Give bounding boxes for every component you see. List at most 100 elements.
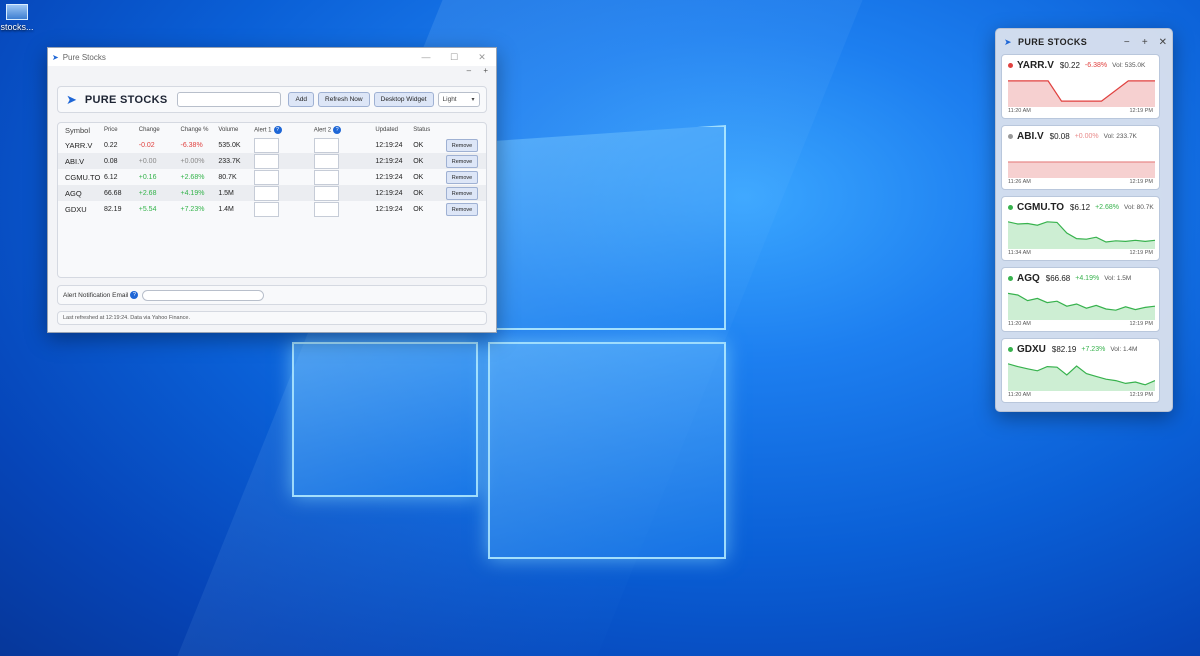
widget-add-button[interactable]: + (1136, 37, 1154, 48)
col-alert1-label: Alert 1 (254, 127, 272, 134)
card-end-time: 12:19 PM (1129, 179, 1153, 185)
col-volume[interactable]: Volume (218, 123, 254, 137)
col-change[interactable]: Change (139, 123, 181, 137)
cell-change-pct: -6.38% (180, 141, 203, 149)
col-change-pct[interactable]: Change % (181, 123, 219, 137)
col-alert2-label: Alert 2 (313, 127, 332, 134)
alert1-input[interactable] (254, 169, 280, 185)
table-row[interactable]: YARR.V 0.22 -0.02 -6.38% 535.0K 12:19:24 OK Rem… (58, 137, 486, 153)
desktop-shortcut-icon[interactable]: stocks... (0, 4, 34, 32)
status-dot-icon (1008, 276, 1013, 281)
chevron-down-icon: ▾ (471, 97, 475, 103)
col-status[interactable]: Status (413, 123, 446, 137)
widget-title-bar[interactable]: ➤ PURE STOCKS − + ✕ (996, 29, 1172, 55)
title-bar[interactable]: ➤ Pure Stocks — ☐ ✕ (48, 48, 496, 66)
status-dot-icon (1008, 205, 1013, 210)
cell-alert2 (313, 153, 376, 169)
cell-updated: 12:19:24 (375, 153, 414, 169)
app-logo-icon: ➤ (52, 52, 59, 62)
refresh-now-button[interactable]: Refresh Now (318, 92, 370, 107)
widget-title: PURE STOCKS (1017, 37, 1088, 47)
add-button[interactable]: Add (288, 92, 315, 107)
card-volume: Vol: 1.5M (1104, 275, 1132, 282)
status-dot-icon (1008, 347, 1013, 352)
remove-button[interactable]: Remove (446, 138, 479, 152)
help-icon[interactable]: ? (333, 126, 342, 134)
alert1-input[interactable] (254, 153, 280, 169)
alert2-input[interactable] (313, 201, 339, 217)
sparkline-area (1008, 363, 1155, 391)
cell-alert2 (313, 201, 376, 217)
cell-symbol: ABI.V (58, 153, 104, 169)
alert2-input[interactable] (313, 169, 339, 185)
remove-button[interactable]: Remove (446, 154, 479, 168)
window-title: Pure Stocks (62, 52, 106, 62)
col-price[interactable]: Price (104, 123, 139, 137)
cell-volume: 1.5M (218, 185, 255, 201)
symbol-input[interactable] (177, 92, 282, 107)
help-icon[interactable]: ? (273, 126, 282, 134)
main-window: ➤ Pure Stocks — ☐ ✕ – + ➤ PURE STOCKS Ad… (47, 47, 497, 333)
minimize-button[interactable]: — (412, 52, 440, 62)
alert1-input[interactable] (254, 185, 280, 201)
card-start-time: 11:20 AM (1008, 321, 1031, 327)
email-field[interactable] (142, 289, 265, 301)
widget-minimize-button[interactable]: − (1118, 37, 1136, 48)
stock-card[interactable]: ABI.V $0.08 +0.00% Vol: 233.7K 11:26 AM 12:19… (1001, 125, 1160, 190)
stock-card[interactable]: YARR.V $0.22 -6.38% Vol: 535.0K 11:20 AM 12:1… (1001, 54, 1160, 119)
maximize-button[interactable]: ☐ (440, 52, 468, 63)
alert2-input[interactable] (313, 137, 339, 153)
cell-status: OK (413, 153, 447, 169)
card-symbol: GDXU (1017, 344, 1046, 355)
status-dot-icon (1008, 134, 1013, 139)
cell-updated: 12:19:24 (375, 205, 403, 213)
desktop-shortcut-label: stocks... (0, 22, 34, 32)
card-header: YARR.V $0.22 -6.38% Vol: 535.0K (1008, 60, 1145, 71)
card-change: -6.38% (1084, 62, 1108, 69)
table-row[interactable]: ABI.V 0.08 +0.00 +0.00% 233.7K 12:19:24 OK Remo… (58, 153, 486, 169)
card-end-time: 12:19 PM (1129, 108, 1153, 114)
card-start-time: 11:34 AM (1008, 250, 1031, 256)
stock-card[interactable]: AGQ $66.68 +4.19% Vol: 1.5M 11:20 AM 12:19 PM (1001, 267, 1160, 332)
cell-symbol: YARR.V (65, 140, 93, 150)
cell-change: +0.16 (138, 173, 157, 181)
card-price: $82.19 (1051, 345, 1077, 354)
col-updated[interactable]: Updated (375, 123, 413, 137)
cell-price: 82.19 (103, 205, 122, 213)
cell-actions: Remove (446, 201, 486, 217)
col-actions (446, 123, 486, 137)
table-row[interactable]: AGQ 66.68 +2.68 +4.19% 1.5M 12:19:24 OK Remove (58, 185, 486, 201)
table-row[interactable]: CGMU.TO 6.12 +0.16 +2.68% 80.7K 12:19:24 OK Rem… (58, 169, 486, 185)
alert1-input[interactable] (254, 137, 280, 153)
alert2-input[interactable] (313, 185, 339, 201)
zoom-out-button[interactable]: – (467, 66, 471, 75)
widget-close-button[interactable]: ✕ (1154, 37, 1172, 48)
theme-select[interactable]: Light ▾ (437, 92, 480, 107)
card-volume: Vol: 80.7K (1124, 204, 1154, 211)
table-row[interactable]: GDXU 82.19 +5.54 +7.23% 1.4M 12:19:24 OK Remove (58, 201, 486, 217)
alert1-input[interactable] (254, 201, 280, 217)
col-symbol[interactable]: Symbol (58, 123, 104, 137)
cell-alert1 (254, 153, 314, 169)
help-icon[interactable]: ? (130, 291, 139, 299)
remove-button[interactable]: Remove (446, 186, 479, 200)
cell-updated: 12:19:24 (375, 173, 403, 181)
card-header: GDXU $82.19 +7.23% Vol: 1.4M (1008, 344, 1137, 355)
desktop-widget-button[interactable]: Desktop Widget (373, 92, 434, 107)
stock-card[interactable]: CGMU.TO $6.12 +2.68% Vol: 80.7K 11:34 AM 12:1… (1001, 196, 1160, 261)
status-bar: Last refreshed at 12:19:24. Data via Yah… (57, 311, 487, 325)
zoom-in-button[interactable]: + (483, 66, 488, 75)
remove-button[interactable]: Remove (446, 170, 479, 184)
close-button[interactable]: ✕ (468, 52, 496, 63)
cell-change-pct: +4.19% (180, 185, 219, 201)
card-start-time: 11:26 AM (1008, 179, 1031, 185)
col-alert1[interactable]: Alert 1? (254, 123, 314, 137)
col-alert2[interactable]: Alert 2? (314, 123, 376, 137)
sparkline-chart (1008, 363, 1155, 391)
cell-actions: Remove (446, 153, 486, 169)
stock-card[interactable]: GDXU $82.19 +7.23% Vol: 1.4M 11:20 AM 12:19 P… (1001, 338, 1160, 403)
card-price: $6.12 (1070, 203, 1091, 212)
alert2-input[interactable] (313, 153, 339, 169)
cell-alert1 (254, 137, 314, 153)
remove-button[interactable]: Remove (446, 202, 479, 216)
